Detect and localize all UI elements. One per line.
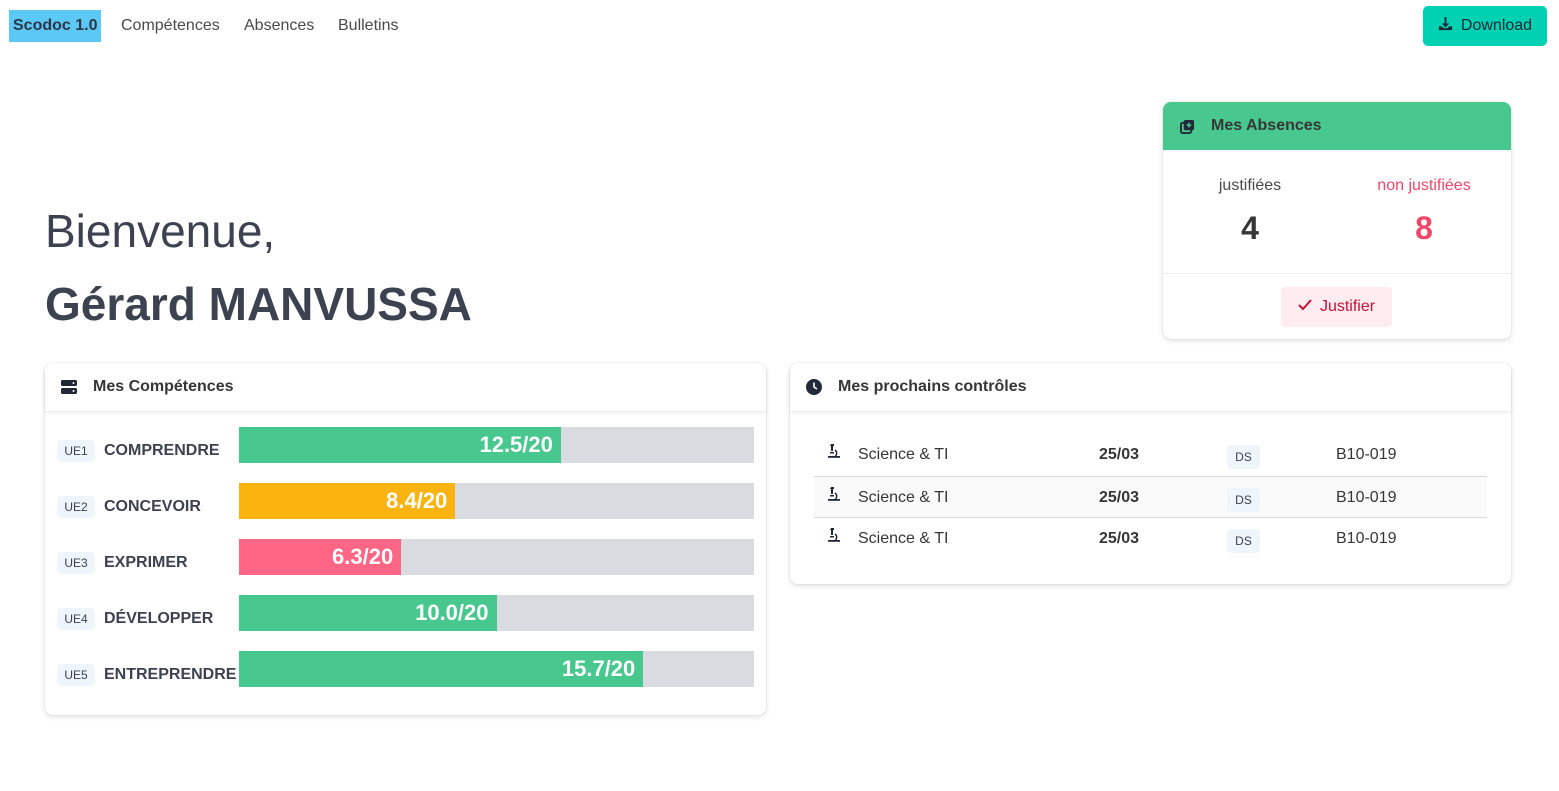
controle-type-badge: DS (1227, 445, 1260, 469)
controle-subject: Science & TI (858, 446, 949, 463)
unjustified-count: 8 (1415, 210, 1433, 246)
competence-name: COMPRENDRE (104, 442, 220, 459)
absences-card-header: Mes Absences (1163, 102, 1511, 150)
competence-name: DÉVELOPPER (104, 610, 214, 627)
microscope-icon (826, 486, 842, 502)
justified-count: 4 (1241, 210, 1259, 246)
competence-row[interactable]: UE5 ENTREPRENDRE 15.7/20 (57, 651, 754, 687)
score-bar-fill: 10.0/20 (239, 595, 497, 631)
check-icon (1298, 298, 1312, 316)
navbar: Scodoc 1.0 Compétences Absences Bulletin… (0, 0, 1559, 52)
controle-type-badge: DS (1227, 529, 1260, 553)
competence-row[interactable]: UE2 CONCEVOIR 8.4/20 (57, 483, 754, 519)
competences-card: Mes Compétences UE1 COMPRENDRE 12.5/20 UE2 C… (45, 363, 766, 715)
controles-card: Mes prochains contrôles Science & TI 25/0… (790, 363, 1511, 584)
ue-tag: UE2 (57, 496, 95, 518)
score-bar-fill: 12.5/20 (239, 427, 561, 463)
absences-title: Mes Absences (1211, 117, 1322, 134)
score-bar: 6.3/20 (239, 539, 754, 575)
controle-date: 25/03 (1099, 530, 1140, 547)
competence-name: EXPRIMER (104, 554, 188, 571)
controle-room: B10-019 (1336, 489, 1397, 506)
competence-row[interactable]: UE1 COMPRENDRE 12.5/20 (57, 427, 754, 463)
controle-subject: Science & TI (858, 489, 949, 506)
competences-title: Mes Compétences (93, 378, 234, 395)
controle-date: 25/03 (1099, 446, 1140, 463)
absences-card: Mes Absences justifiées 4 non justifiées… (1163, 102, 1511, 339)
absences-justified: justifiées 4 (1163, 150, 1337, 273)
brand-logo[interactable]: Scodoc 1.0 (9, 10, 102, 42)
clock-icon (806, 379, 822, 395)
competence-row[interactable]: UE3 EXPRIMER 6.3/20 (57, 539, 754, 575)
server-icon (61, 379, 77, 395)
microscope-icon (826, 527, 842, 543)
ue-tag: UE4 (57, 608, 95, 630)
download-label: Download (1460, 17, 1533, 34)
ue-tag: UE5 (57, 664, 95, 686)
controle-room: B10-019 (1336, 446, 1397, 463)
competence-name: CONCEVOIR (104, 498, 201, 515)
competence-row[interactable]: UE4 DÉVELOPPER 10.0/20 (57, 595, 754, 631)
competences-card-header: Mes Compétences (45, 363, 766, 411)
controle-row[interactable]: Science & TI 25/03 DS B10-019 (814, 518, 1487, 560)
score-bar: 15.7/20 (239, 651, 754, 687)
score-bar: 12.5/20 (239, 427, 754, 463)
download-button[interactable]: Download (1423, 6, 1547, 46)
controle-type-badge: DS (1227, 488, 1260, 512)
controles-title: Mes prochains contrôles (838, 378, 1027, 395)
copy-plus-icon (1179, 118, 1195, 134)
score-bar-fill: 8.4/20 (239, 483, 456, 519)
unjustified-label: non justifiées (1377, 177, 1471, 194)
score-bar: 8.4/20 (239, 483, 754, 519)
controle-date: 25/03 (1099, 489, 1140, 506)
competence-name: ENTREPRENDRE (104, 666, 237, 683)
download-icon (1438, 16, 1453, 36)
score-bar: 10.0/20 (239, 595, 754, 631)
justified-label: justifiées (1218, 177, 1282, 194)
welcome-greeting: Bienvenue, (45, 205, 276, 257)
controles-card-header: Mes prochains contrôles (790, 363, 1511, 411)
controle-subject: Science & TI (858, 530, 949, 547)
ue-tag: UE1 (57, 440, 95, 462)
score-bar-fill: 6.3/20 (239, 539, 402, 575)
controle-row[interactable]: Science & TI 25/03 DS B10-019 (814, 476, 1487, 518)
nav-link-competences[interactable]: Compétences (121, 16, 220, 36)
controle-row[interactable]: Science & TI 25/03 DS B10-019 (814, 434, 1487, 476)
controle-room: B10-019 (1336, 530, 1397, 547)
nav-link-absences[interactable]: Absences (244, 16, 314, 36)
nav-link-bulletins[interactable]: Bulletins (338, 16, 398, 36)
microscope-icon (826, 443, 842, 459)
absences-summary: justifiées 4 non justifiées 8 (1163, 150, 1511, 274)
justify-label: Justifier (1319, 298, 1376, 315)
ue-tag: UE3 (57, 552, 95, 574)
absences-unjustified: non justifiées 8 (1337, 150, 1511, 273)
score-bar-fill: 15.7/20 (239, 651, 644, 687)
student-name: Gérard MANVUSSA (45, 278, 472, 330)
justify-button[interactable]: Justifier (1281, 287, 1392, 327)
